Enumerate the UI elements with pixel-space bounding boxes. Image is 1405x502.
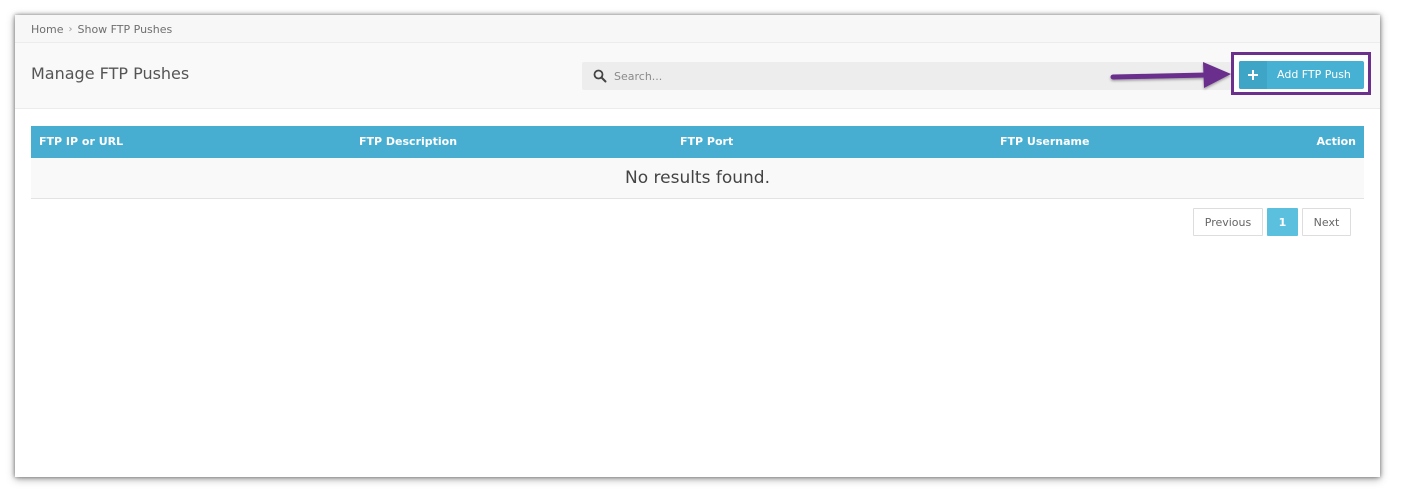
breadcrumb-bar: Home › Show FTP Pushes: [15, 15, 1380, 43]
page-title: Manage FTP Pushes: [31, 64, 190, 83]
search-icon: [593, 69, 607, 83]
breadcrumb-home[interactable]: Home: [31, 23, 63, 36]
app-window: Home › Show FTP Pushes Manage FTP Pushes…: [15, 15, 1380, 477]
column-header-ftp-port[interactable]: FTP Port: [680, 135, 733, 148]
breadcrumb-separator-icon: ›: [68, 24, 73, 35]
column-header-ftp-description[interactable]: FTP Description: [359, 135, 457, 148]
add-ftp-push-label: Add FTP Push: [1277, 68, 1351, 81]
empty-results-message: No results found.: [31, 158, 1364, 199]
pagination: Previous 1 Next: [1193, 208, 1351, 236]
next-page-button[interactable]: Next: [1302, 208, 1351, 236]
plus-icon: [1239, 61, 1267, 89]
previous-page-button[interactable]: Previous: [1193, 208, 1263, 236]
ftp-push-table: FTP IP or URL FTP Description FTP Port F…: [31, 126, 1364, 199]
column-header-action: Action: [1316, 135, 1356, 148]
page-1-button[interactable]: 1: [1267, 208, 1298, 236]
column-header-ftp-ip[interactable]: FTP IP or URL: [39, 135, 123, 148]
table-header-row: FTP IP or URL FTP Description FTP Port F…: [31, 126, 1364, 158]
add-ftp-push-button[interactable]: Add FTP Push: [1239, 61, 1364, 89]
column-header-ftp-username[interactable]: FTP Username: [1000, 135, 1089, 148]
breadcrumb: Home › Show FTP Pushes: [31, 23, 172, 36]
annotation-arrow-icon: [1110, 62, 1231, 88]
breadcrumb-current: Show FTP Pushes: [77, 23, 173, 36]
